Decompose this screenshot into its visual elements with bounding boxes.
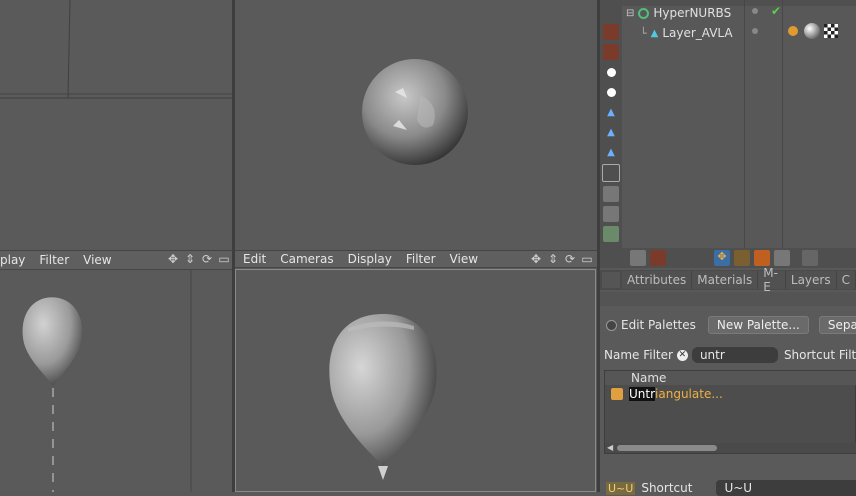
object-tree-panel: ⊟ HyperNURBS ✔ └ ▲ Layer_AVLA: [622, 0, 856, 248]
move-icon[interactable]: ✥: [166, 252, 180, 266]
menu-view[interactable]: View: [450, 252, 478, 266]
name-filter-input[interactable]: untr: [691, 347, 778, 363]
object-manager-bottom-toolbar: ✥: [622, 248, 856, 268]
collapse-toggle-icon[interactable]: ⊟: [626, 8, 634, 19]
enabled-check-icon[interactable]: ✔: [771, 4, 781, 18]
shortcut-filter-label: Shortcut Filter: [783, 348, 856, 362]
maximize-icon[interactable]: ▭: [580, 252, 594, 266]
menu-filter[interactable]: Filter: [406, 252, 436, 266]
column-header-name[interactable]: Name: [631, 371, 666, 385]
tree-row-hypernurbs[interactable]: ⊟ HyperNURBS: [626, 4, 731, 22]
scale-icon[interactable]: ⇕: [546, 252, 560, 266]
joint-tool-icon[interactable]: [754, 250, 770, 266]
separate-button[interactable]: Separat: [818, 316, 856, 334]
brush-tool-icon[interactable]: [774, 250, 790, 266]
edit-palettes-row: Edit Palettes New Palette... Separat: [606, 316, 856, 334]
menu-view-left[interactable]: View: [83, 253, 111, 267]
rotate-icon[interactable]: ⟳: [563, 252, 577, 266]
move-tool-icon[interactable]: ✥: [714, 250, 730, 266]
object-name-layer-avla[interactable]: Layer_AVLA: [662, 26, 732, 40]
material-tag-icon[interactable]: [804, 23, 820, 39]
tab-me[interactable]: M- E: [758, 266, 786, 294]
viewport-grid: [0, 0, 232, 99]
name-filter-row: Name Filter ✕ untr Shortcut Filter: [604, 347, 856, 363]
panel-tab-bar: Attributes Materials M- E Layers C: [600, 266, 856, 294]
sculpt-tool-icon[interactable]: [802, 250, 818, 266]
menu-cameras[interactable]: Cameras: [280, 252, 333, 266]
command-manager-panel: Edit Palettes New Palette... Separat Nam…: [600, 292, 856, 496]
polygon-object-icon: ▲: [650, 27, 659, 39]
object-manager-toolbar: ▲ ▲ ▲: [600, 0, 622, 268]
tree-connector-icon: └: [640, 26, 647, 40]
settings-icon[interactable]: [630, 250, 646, 266]
untriangulate-icon: [611, 388, 623, 400]
hypernurbs-sphere-render: [362, 59, 468, 165]
horizontal-scrollbar[interactable]: ◀: [605, 443, 856, 453]
tab-layers[interactable]: Layers: [785, 271, 837, 289]
tool-icon-1[interactable]: [603, 24, 619, 40]
viewport-bottom-right[interactable]: [235, 269, 596, 492]
scroll-left-icon[interactable]: ◀: [607, 443, 613, 452]
command-list: Name Untr iangulate... ◀: [604, 370, 856, 454]
snap-icon[interactable]: [603, 206, 619, 222]
shortcut-key-badge: U~U: [606, 481, 636, 495]
command-row-untriangulate[interactable]: Untr iangulate...: [605, 386, 856, 402]
tab-materials[interactable]: Materials: [692, 271, 759, 289]
menu-display[interactable]: Display: [348, 252, 392, 266]
scale-icon[interactable]: ⇕: [183, 252, 197, 266]
menu-display-left[interactable]: play: [0, 253, 25, 267]
viewport-top-left[interactable]: [0, 0, 232, 250]
tool-icon-2[interactable]: [603, 44, 619, 60]
move-icon[interactable]: ✥: [529, 252, 543, 266]
visibility-dots-icon[interactable]: [752, 8, 758, 14]
tree-row-layer-avla[interactable]: └ ▲ Layer_AVLA: [640, 24, 733, 42]
phong-tag-icon[interactable]: [788, 26, 798, 36]
shortcut-label: Shortcut: [641, 481, 693, 495]
scrollbar-thumb[interactable]: [617, 445, 717, 451]
texture-icon[interactable]: [603, 186, 619, 202]
viewport-left-nav-icons: ✥ ⇕ ⟳ ▭: [166, 252, 231, 266]
edit-palettes-checkbox[interactable]: [606, 319, 617, 331]
circle-icon[interactable]: [603, 64, 619, 80]
workplane-icon[interactable]: [603, 226, 619, 242]
menu-filter-left[interactable]: Filter: [39, 253, 69, 267]
maximize-icon[interactable]: ▭: [217, 252, 231, 266]
clear-filter-icon[interactable]: ✕: [676, 349, 688, 361]
new-palette-button[interactable]: New Palette...: [707, 316, 809, 334]
circle-icon-2[interactable]: [603, 84, 619, 100]
menu-edit[interactable]: Edit: [243, 252, 266, 266]
edit-palettes-label: Edit Palettes: [621, 318, 696, 332]
ik-tool-icon[interactable]: [734, 250, 750, 266]
render-icon[interactable]: [650, 250, 666, 266]
tab-strip-grip: [602, 272, 620, 288]
tab-c[interactable]: C: [836, 271, 856, 289]
command-name-rest: iangulate...: [655, 387, 723, 401]
search-match-highlight: Untr: [629, 387, 656, 401]
viewport-bottom-left[interactable]: [0, 270, 232, 492]
viewport-right-nav-icons: ✥ ⇕ ⟳ ▭: [529, 252, 594, 266]
shortcut-row: U~U Shortcut U~U: [606, 480, 856, 496]
polygon-icon[interactable]: ▲: [603, 144, 619, 160]
uvw-tag-icon[interactable]: [824, 24, 838, 38]
tab-attributes[interactable]: Attributes: [622, 271, 693, 289]
axis-icon[interactable]: [602, 164, 620, 182]
balloon-render-small: [22, 270, 192, 492]
rotate-icon[interactable]: ⟳: [200, 252, 214, 266]
balloon-render-large: [329, 314, 437, 480]
edge-icon[interactable]: ▲: [603, 124, 619, 140]
viewport-top-right[interactable]: [235, 0, 597, 250]
hypernurbs-icon: [638, 7, 650, 19]
object-name-hypernurbs[interactable]: HyperNURBS: [653, 6, 731, 20]
name-filter-label: Name Filter: [604, 348, 673, 362]
visibility-dots-icon[interactable]: [752, 28, 758, 34]
vertex-icon[interactable]: ▲: [603, 104, 619, 120]
shortcut-input[interactable]: U~U: [716, 480, 856, 496]
